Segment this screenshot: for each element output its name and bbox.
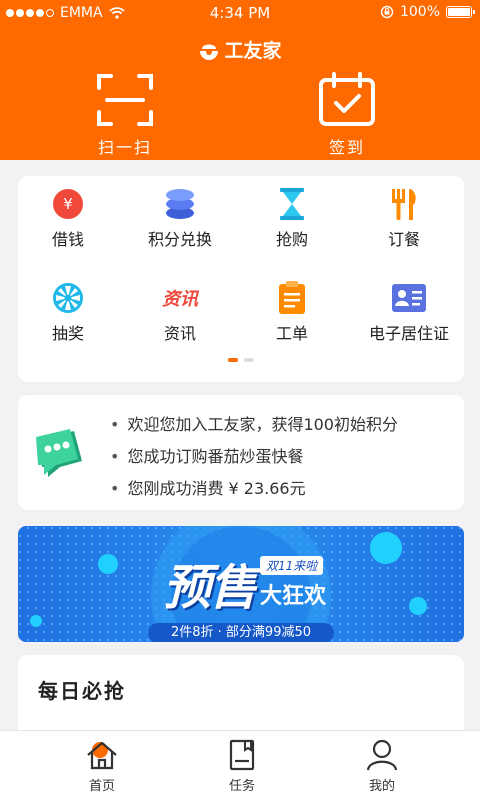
notification-card[interactable]: 欢迎您加入工友家，获得100初始积分 您成功订购番茄炒蛋快餐 您刚成功消费 ¥ … xyxy=(18,395,464,510)
sign-in-button[interactable]: 签到 xyxy=(282,72,412,158)
tab-home[interactable]: 首页 xyxy=(62,739,142,794)
news-icon: 资讯 xyxy=(162,280,198,316)
tab-task-label: 任务 xyxy=(228,779,255,794)
menu-label: 抽奖 xyxy=(51,324,84,343)
yuan-coin-icon: ¥ xyxy=(50,186,86,222)
menu-label: 订餐 xyxy=(387,230,420,249)
menu-item-flash-sale[interactable]: 抢购 xyxy=(242,186,342,250)
banner-promo-text: 2件8折 · 部分满99减50 xyxy=(170,625,312,640)
task-icon xyxy=(229,739,255,771)
battery-percent: 100% xyxy=(399,4,440,20)
svg-text:¥: ¥ xyxy=(63,195,73,213)
daily-deals-title: 每日必抢 xyxy=(38,679,126,703)
menu-item-lottery[interactable]: 抽奖 xyxy=(18,280,118,344)
fork-knife-icon xyxy=(386,186,422,222)
brand-logo-icon xyxy=(200,44,219,60)
status-bar: EMMA 4:34 PM 100% xyxy=(0,0,480,26)
clipboard-icon xyxy=(274,280,310,316)
menu-label: 积分兑换 xyxy=(147,230,212,249)
tab-mine[interactable]: 我的 xyxy=(342,739,422,794)
scan-icon xyxy=(97,74,153,126)
tab-mine-label: 我的 xyxy=(368,779,395,794)
page-dot xyxy=(244,358,254,362)
menu-item-borrow[interactable]: ¥ 借钱 xyxy=(18,186,118,250)
scan-button[interactable]: 扫一扫 xyxy=(60,72,190,158)
menu-item-e-residence-permit[interactable]: 电子居住证 xyxy=(354,280,464,344)
scan-label: 扫一扫 xyxy=(97,138,152,157)
hourglass-icon xyxy=(274,186,310,222)
notification-list: 欢迎您加入工友家，获得100初始积分 您成功订购番茄炒蛋快餐 您刚成功消费 ¥ … xyxy=(110,409,398,505)
user-icon xyxy=(366,739,398,771)
notification-item: 您成功订购番茄炒蛋快餐 xyxy=(110,441,398,473)
app-brand: 工友家 xyxy=(0,36,480,63)
battery-icon xyxy=(446,6,475,18)
tab-home-label: 首页 xyxy=(88,779,115,794)
promo-banner[interactable]: 预售 双11来啦 大狂欢 2件8折 · 部分满99减50 xyxy=(18,526,464,642)
menu-item-work-order[interactable]: 工单 xyxy=(242,280,342,344)
sign-in-label: 签到 xyxy=(328,138,365,157)
menu-item-news[interactable]: 资讯 资讯 xyxy=(130,280,230,344)
fan-icon xyxy=(50,280,86,316)
menu-label: 电子居住证 xyxy=(368,324,449,343)
id-card-icon xyxy=(391,280,427,316)
header: EMMA 4:34 PM 100% 工友家 扫一扫 签到 xyxy=(0,0,480,160)
menu-item-order-meal[interactable]: 订餐 xyxy=(354,186,454,250)
menu-page-indicator xyxy=(18,358,464,362)
banner-title-sub: 大狂欢 xyxy=(260,584,327,609)
function-menu: ¥ 借钱 积分兑换 抢购 订餐 抽奖 资讯 资讯 工单 电子居住证 xyxy=(18,176,464,382)
brand-name: 工友家 xyxy=(224,40,282,62)
rotation-lock-icon xyxy=(380,5,394,19)
chat-bubble-icon xyxy=(36,429,82,477)
banner-title-tag: 双11来啦 xyxy=(260,556,324,575)
database-icon xyxy=(162,186,198,222)
calendar-check-icon xyxy=(319,72,375,126)
notification-item: 欢迎您加入工友家，获得100初始积分 xyxy=(110,409,398,441)
status-right: 100% xyxy=(380,4,475,20)
notification-item: 您刚成功消费 ¥ 23.66元 xyxy=(110,473,398,505)
menu-label: 资讯 xyxy=(163,324,196,343)
tab-task[interactable]: 任务 xyxy=(202,739,282,794)
news-icon-text: 资讯 xyxy=(162,289,198,310)
menu-label: 工单 xyxy=(275,324,308,343)
page-dot-active xyxy=(228,358,238,362)
menu-item-points[interactable]: 积分兑换 xyxy=(130,186,230,250)
banner-title-main: 预售 xyxy=(163,560,257,616)
home-icon xyxy=(87,741,117,770)
menu-label: 抢购 xyxy=(275,230,308,249)
bottom-tab-bar: 首页 任务 我的 xyxy=(0,730,480,800)
menu-label: 借钱 xyxy=(51,230,84,249)
